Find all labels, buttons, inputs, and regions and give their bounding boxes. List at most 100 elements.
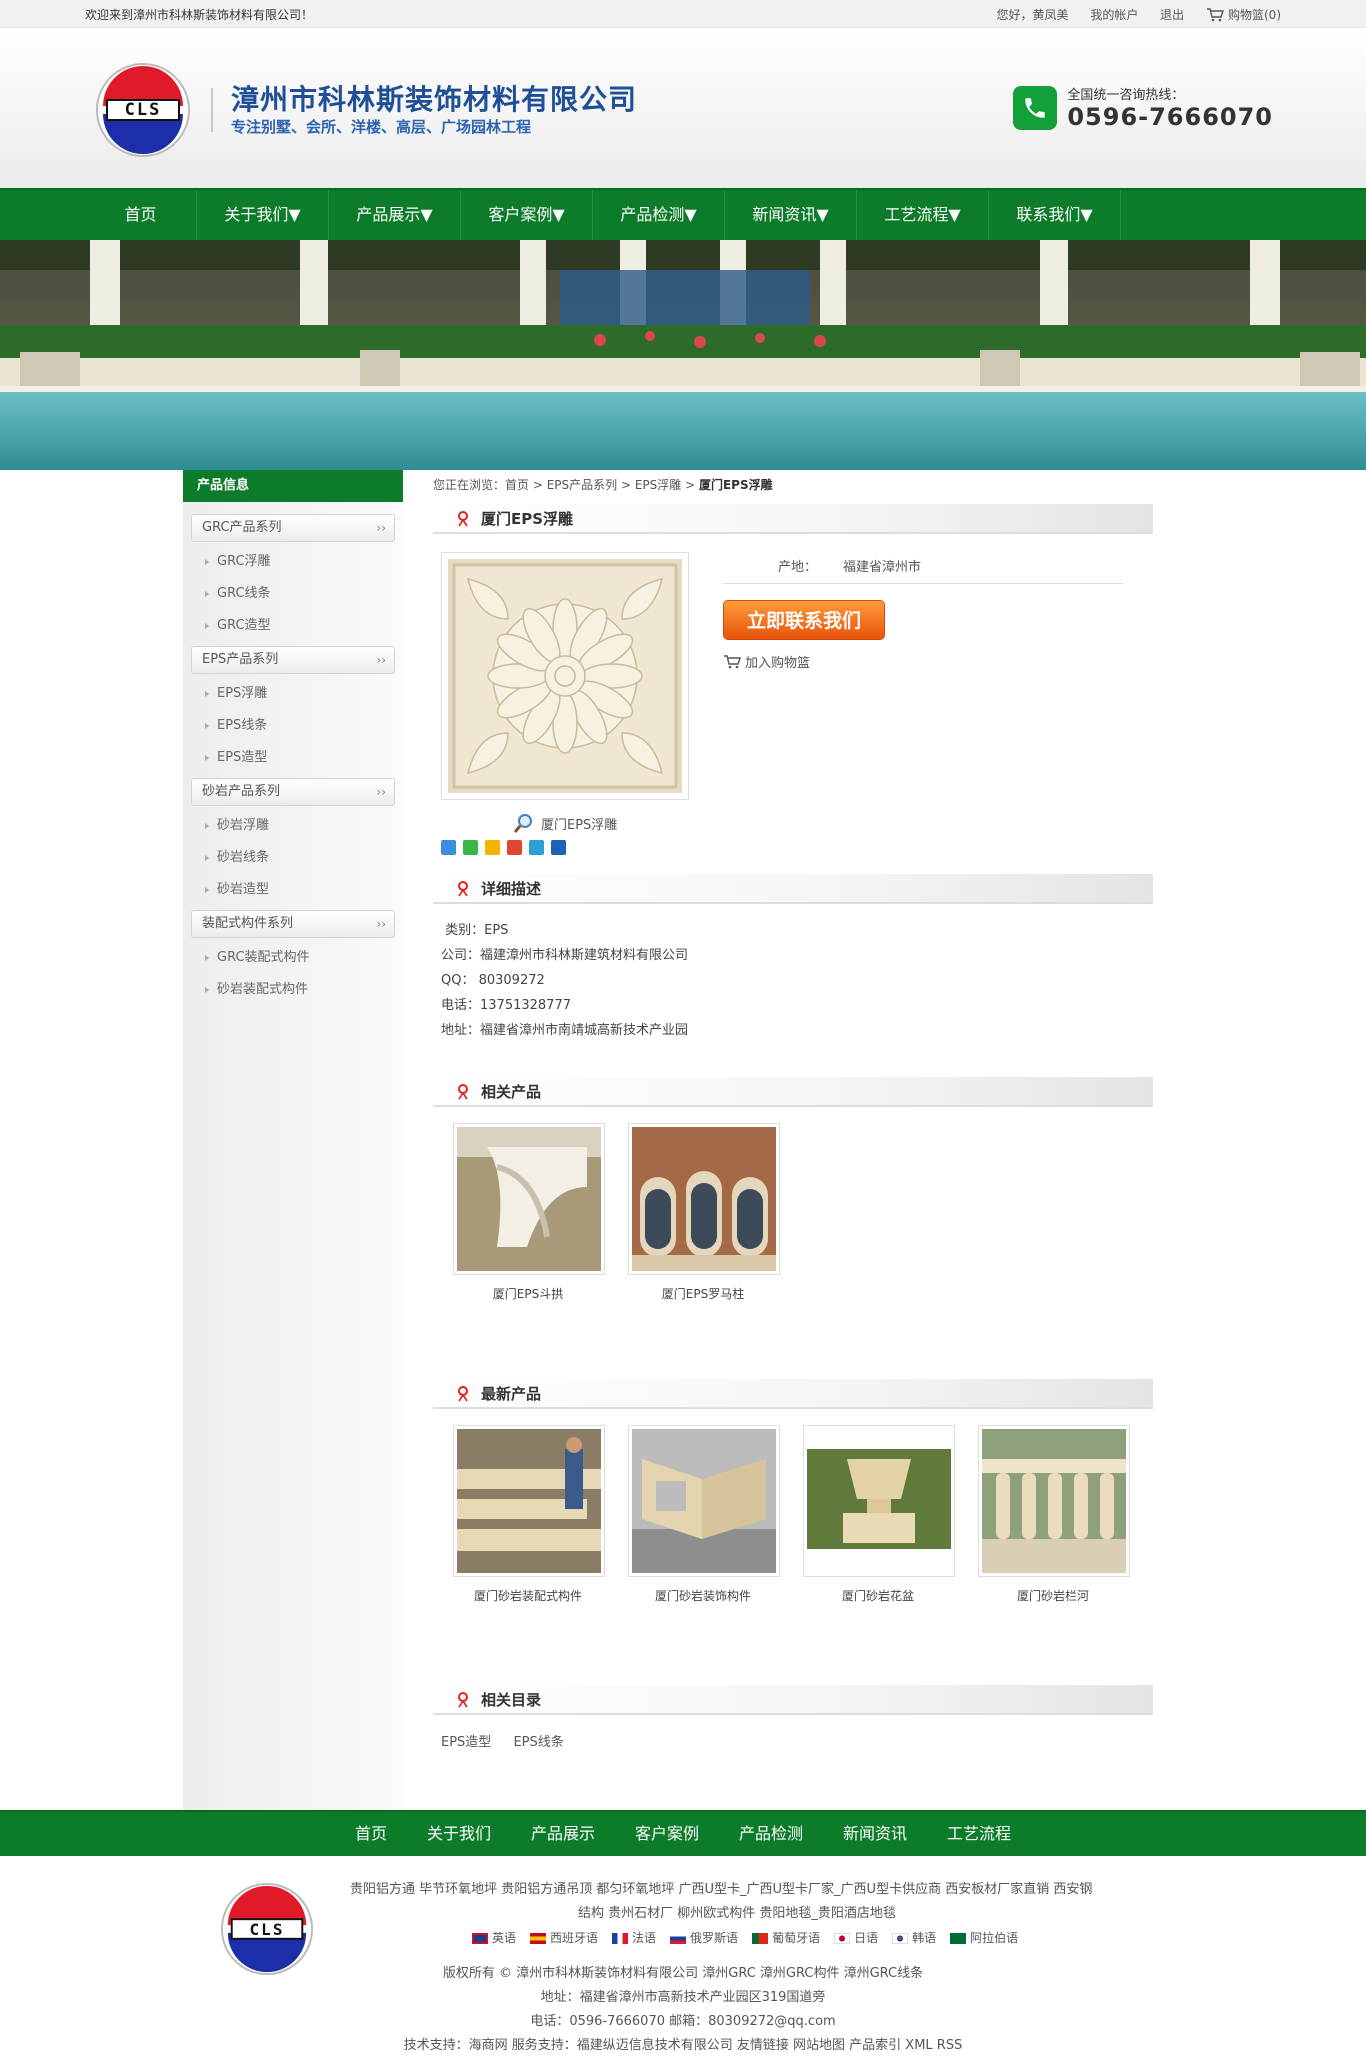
product-area: 厦门EPS浮雕 产地： 福建省漳州市 立即联系我们 加入购物篮 <box>433 534 1153 874</box>
hero-banner <box>0 240 1366 470</box>
column-image <box>632 1127 776 1271</box>
nav-home[interactable]: 首页 <box>85 190 197 240</box>
lang-portuguese[interactable]: 葡萄牙语 <box>752 1926 820 1950</box>
sidebar-cat-prefab[interactable]: 装配式构件系列 ›› <box>191 910 395 938</box>
breadcrumb-eps-relief[interactable]: EPS浮雕 <box>635 478 681 492</box>
logout-link[interactable]: 退出 <box>1160 8 1184 22</box>
nav-cases[interactable]: 客户案例▼ <box>461 190 593 240</box>
lang-label: 葡萄牙语 <box>772 1931 821 1945</box>
product-card[interactable]: 厦门砂岩栏河 <box>978 1425 1130 1639</box>
sidebar-cat-grc[interactable]: GRC产品系列 ›› <box>191 514 395 542</box>
directory-link-eps-shape[interactable]: EPS造型 <box>441 1735 491 1750</box>
sidebar-item-eps-relief[interactable]: EPS浮雕 <box>183 678 403 710</box>
product-caption: 厦门砂岩装配式构件 <box>473 1589 582 1603</box>
sidebar-item-sandstone-line[interactable]: 砂岩线条 <box>183 842 403 874</box>
sidebar-item-eps-line[interactable]: EPS线条 <box>183 710 403 742</box>
lang-label: 日语 <box>854 1931 879 1945</box>
breadcrumb-sep: > <box>681 478 699 492</box>
logo-text: CLS <box>124 100 162 120</box>
detail-phone: 电话：13751328777 <box>441 998 571 1013</box>
pin-icon <box>458 881 468 897</box>
related-title: 相关产品 <box>481 1083 542 1101</box>
sidebar-cat-eps[interactable]: EPS产品系列 ›› <box>191 646 395 674</box>
product-card[interactable]: 厦门砂岩装配式构件 <box>453 1425 605 1639</box>
footer-support[interactable]: 技术支持：海商网 服务支持：福建纵迈信息技术有限公司 友情链接 网站地图 产品索… <box>0 2034 1366 2058</box>
nav-products[interactable]: 产品展示▼ <box>329 190 461 240</box>
lang-french[interactable]: 法语 <box>612 1926 656 1950</box>
breadcrumb-home[interactable]: 首页 <box>505 478 529 492</box>
lang-korean[interactable]: 韩语 <box>892 1926 936 1950</box>
breadcrumb-eps-series[interactable]: EPS产品系列 <box>547 478 617 492</box>
phone-icon <box>1013 85 1058 130</box>
footer-info: 版权所有 © 漳州市科林斯装饰材料有限公司 漳州GRC 漳州GRC构件 漳州GR… <box>0 1962 1366 2058</box>
sidebar-item-grc-shape[interactable]: GRC造型 <box>183 610 403 642</box>
cart-icon <box>1207 8 1224 22</box>
footer-nav-about[interactable]: 关于我们 <box>427 1812 491 1856</box>
footer-contact: 电话：0596-7666070 邮箱：80309272@qq.com <box>530 2014 836 2029</box>
sidebar-item-grc-line[interactable]: GRC线条 <box>183 578 403 610</box>
product-caption: 厦门砂岩花盆 <box>841 1589 914 1603</box>
footer-links-line1[interactable]: 贵阳铝方通 毕节环氧地坪 贵阳铝方通吊顶 都匀环氧地坪 广西U型卡_广西U型卡厂… <box>350 1878 1170 1902</box>
latest-title-bar: 最新产品 <box>433 1379 1153 1409</box>
nav-news[interactable]: 新闻资讯▼ <box>725 190 857 240</box>
sidebar-item-grc-prefab[interactable]: GRC装配式构件 <box>183 942 403 974</box>
nav-testing[interactable]: 产品检测▼ <box>593 190 725 240</box>
add-cart-label: 加入购物篮 <box>745 656 811 671</box>
main-nav: 首页 关于我们▼ 产品展示▼ 客户案例▼ 产品检测▼ 新闻资讯▼ 工艺流程▼ 联… <box>0 188 1366 240</box>
detail-title-bar: 详细描述 <box>433 874 1153 904</box>
directory-title: 相关目录 <box>481 1691 542 1709</box>
sidebar-item-sandstone-relief[interactable]: 砂岩浮雕 <box>183 810 403 842</box>
footer-nav-news[interactable]: 新闻资讯 <box>843 1812 907 1856</box>
pin-icon <box>458 1084 468 1100</box>
zoom-link[interactable]: 厦门EPS浮雕 <box>513 812 617 834</box>
footer-nav-testing[interactable]: 产品检测 <box>739 1812 803 1856</box>
breadcrumb-current: 厦门EPS浮雕 <box>698 478 773 492</box>
detail-address: 地址：福建省漳州市南靖城高新技术产业园 <box>441 1023 689 1038</box>
balustrade-image <box>982 1429 1126 1573</box>
sidebar-cat-label: GRC产品系列 <box>202 520 282 535</box>
sidebar-cat-sandstone[interactable]: 砂岩产品系列 ›› <box>191 778 395 806</box>
share-more-icon[interactable] <box>441 840 456 855</box>
wechat-icon[interactable] <box>463 840 478 855</box>
footer-nav-process[interactable]: 工艺流程 <box>947 1812 1011 1856</box>
lang-english[interactable]: 英语 <box>472 1926 516 1950</box>
main-area: 产品信息 GRC产品系列 ›› GRC浮雕 GRC线条 GRC造型 EPS产品系列… <box>183 470 1183 1810</box>
breadcrumb-sep: > <box>529 478 547 492</box>
product-image[interactable] <box>441 552 689 800</box>
qzone-icon[interactable] <box>485 840 500 855</box>
add-to-cart-link[interactable]: 加入购物篮 <box>723 652 810 671</box>
nav-about[interactable]: 关于我们▼ <box>197 190 329 240</box>
lang-label: 韩语 <box>912 1931 937 1945</box>
lang-japanese[interactable]: 日语 <box>834 1926 878 1950</box>
renren-icon[interactable] <box>551 840 566 855</box>
product-card[interactable]: 厦门砂岩装饰构件 <box>628 1425 780 1639</box>
nav-process[interactable]: 工艺流程▼ <box>857 190 989 240</box>
product-card[interactable]: 厦门砂岩花盆 <box>803 1425 955 1639</box>
lang-arabic[interactable]: 阿拉伯语 <box>950 1926 1018 1950</box>
weibo-icon[interactable] <box>507 840 522 855</box>
directory-link-eps-line[interactable]: EPS线条 <box>513 1735 563 1750</box>
footer-nav-home[interactable]: 首页 <box>355 1812 387 1856</box>
sidebar-item-eps-shape[interactable]: EPS造型 <box>183 742 403 774</box>
contact-us-button[interactable]: 立即联系我们 <box>723 600 885 640</box>
company-name: 漳州市科林斯装饰材料有限公司 <box>231 83 638 116</box>
product-thumb <box>628 1123 780 1275</box>
footer-links-line2[interactable]: 结构 贵州石材厂 柳州欧式构件 贵阳地毯_贵阳酒店地毯 <box>350 1902 1170 1926</box>
product-card[interactable]: 厦门EPS斗拱 <box>453 1123 605 1337</box>
lang-russian[interactable]: 俄罗斯语 <box>670 1926 738 1950</box>
nav-contact[interactable]: 联系我们▼ <box>989 190 1121 240</box>
product-card[interactable]: 厦门EPS罗马柱 <box>628 1123 780 1337</box>
footer-nav-cases[interactable]: 客户案例 <box>635 1812 699 1856</box>
sidebar-item-sandstone-shape[interactable]: 砂岩造型 <box>183 874 403 906</box>
sidebar-item-sandstone-prefab[interactable]: 砂岩装配式构件 <box>183 974 403 1006</box>
share-buttons <box>441 840 573 855</box>
footer-nav-products[interactable]: 产品展示 <box>531 1812 595 1856</box>
lang-label: 俄罗斯语 <box>690 1931 739 1945</box>
my-account-link[interactable]: 我的帐户 <box>1090 8 1138 22</box>
welcome-text: 欢迎来到漳州市科林斯装饰材料有限公司！ <box>85 7 314 22</box>
lang-spanish[interactable]: 西班牙语 <box>530 1926 598 1950</box>
sidebar-item-grc-relief[interactable]: GRC浮雕 <box>183 546 403 578</box>
content: 您正在浏览：首页 > EPS产品系列 > EPS浮雕 > 厦门EPS浮雕 厦门E… <box>433 470 1153 1750</box>
tencent-weibo-icon[interactable] <box>529 840 544 855</box>
cart-link[interactable]: 购物篮(0) <box>1206 8 1281 22</box>
